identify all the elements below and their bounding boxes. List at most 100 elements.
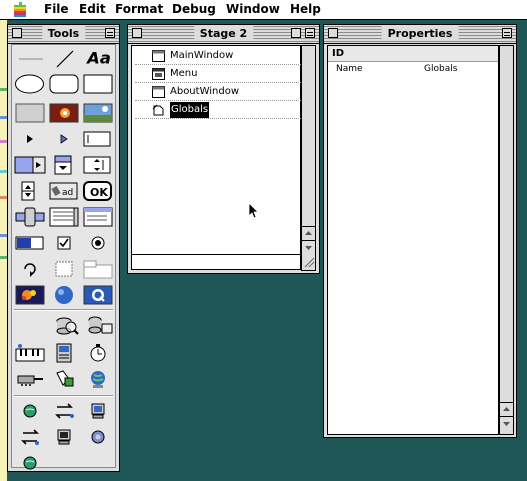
- udp-socket-tool-icon[interactable]: [15, 427, 47, 447]
- oval-tool-icon[interactable]: [14, 74, 45, 94]
- ok-button-tool-icon[interactable]: OK: [83, 181, 115, 201]
- placard-tool-icon[interactable]: [49, 259, 81, 279]
- toolbar-tool-icon[interactable]: [15, 207, 47, 227]
- scroll-up-icon[interactable]: [302, 226, 315, 240]
- timer-tool-icon[interactable]: [83, 343, 115, 363]
- rounded-rect-tool-icon[interactable]: [49, 74, 81, 94]
- menu-icon: [152, 68, 165, 80]
- checkbox-tool-icon[interactable]: [49, 233, 81, 253]
- little-arrows-tool-icon[interactable]: [15, 181, 47, 201]
- collapse-box-icon[interactable]: [305, 28, 315, 38]
- disclosure-triangle-tool-icon[interactable]: [15, 129, 47, 149]
- tab-panel-tool-icon[interactable]: [83, 259, 115, 279]
- menu-edit[interactable]: Edit: [79, 2, 106, 16]
- canvas-tool-icon[interactable]: [15, 103, 47, 123]
- properties-list: ID Name Globals: [327, 45, 499, 435]
- server-socket-tool-icon[interactable]: [49, 427, 81, 447]
- properties-header: ID: [328, 46, 498, 62]
- diagonal-line-tool-icon[interactable]: [49, 49, 81, 69]
- background-app-strip: [0, 20, 7, 481]
- row-separator: [135, 118, 301, 119]
- tools-divider-2: [14, 395, 113, 397]
- disclosure-outline-tool-icon[interactable]: [49, 129, 81, 149]
- async-arrows-tool-icon[interactable]: [15, 259, 47, 279]
- scroll-down-icon[interactable]: [500, 416, 513, 430]
- list-box-tool-icon[interactable]: [49, 207, 81, 227]
- appleevent-tool-icon[interactable]: [83, 427, 115, 447]
- progress-bar-tool-icon[interactable]: [15, 233, 47, 253]
- row-separator: [135, 64, 301, 65]
- row-separator: [135, 100, 301, 101]
- tools-divider: [14, 309, 113, 311]
- collapse-box-icon[interactable]: [105, 28, 115, 38]
- stage-status-bar: [131, 254, 301, 270]
- row-separator: [135, 82, 301, 83]
- resize-grip-icon[interactable]: [303, 256, 315, 268]
- notification-tool-icon[interactable]: [49, 369, 81, 389]
- menu-bar: File Edit Format Debug Window Help: [0, 0, 527, 20]
- tools-window: Tools Aa ad OK: [7, 24, 120, 472]
- database-cursor-tool-icon[interactable]: [83, 315, 115, 335]
- close-box-icon[interactable]: [328, 28, 338, 38]
- property-value: Globals: [424, 64, 458, 74]
- quicktime-movie-tool-icon[interactable]: [15, 285, 47, 305]
- stage-window: Stage 2 MainWindow Menu AboutWindow Glob…: [127, 24, 320, 274]
- data-browser-tool-icon[interactable]: [83, 207, 115, 227]
- window-icon: [152, 50, 165, 62]
- database-query-tool-icon[interactable]: [49, 315, 81, 335]
- edit-field-tool-icon[interactable]: [83, 129, 115, 149]
- globe-sphere-tool-icon[interactable]: [49, 285, 81, 305]
- globals-icon: [152, 104, 164, 116]
- menu-debug[interactable]: Debug: [172, 2, 216, 16]
- properties-titlebar[interactable]: Properties: [324, 25, 516, 44]
- property-row-name[interactable]: Name Globals: [328, 62, 498, 77]
- serial-port-tool-icon[interactable]: [15, 369, 47, 389]
- spotlight-tool-icon[interactable]: [15, 453, 47, 473]
- rect-tool-icon[interactable]: [83, 74, 115, 94]
- bevel-popup-tool-icon[interactable]: [83, 155, 115, 175]
- image-well-tool-icon[interactable]: [49, 103, 81, 123]
- menu-help[interactable]: Help: [290, 2, 321, 16]
- midi-keyboard-tool-icon[interactable]: [15, 343, 47, 363]
- menu-format[interactable]: Format: [115, 2, 163, 16]
- tools-grid: Aa ad OK: [11, 44, 116, 470]
- stage-item-label: AboutWindow: [170, 86, 239, 97]
- popup-button-tool-icon[interactable]: [14, 155, 47, 175]
- line-tool-icon[interactable]: [15, 49, 47, 69]
- quicktime-logo-tool-icon[interactable]: [83, 285, 115, 305]
- scroll-down-icon[interactable]: [302, 240, 315, 254]
- scroll-up-icon[interactable]: [500, 402, 513, 416]
- collapse-box-icon[interactable]: [502, 28, 512, 38]
- stage-item-label: Globals: [170, 102, 210, 118]
- stage-title: Stage 2: [193, 26, 254, 41]
- tcp-socket-tool-icon[interactable]: [49, 401, 81, 421]
- internet-socket-tool-icon[interactable]: [15, 401, 47, 421]
- computer-tool-icon[interactable]: [83, 401, 115, 421]
- menu-window[interactable]: Window: [226, 2, 280, 16]
- picture-tool-icon[interactable]: [83, 103, 115, 123]
- stage-vertical-scrollbar[interactable]: [301, 45, 316, 271]
- properties-vertical-scrollbar[interactable]: [499, 45, 514, 435]
- apple-menu-icon[interactable]: [12, 2, 28, 17]
- tools-titlebar[interactable]: Tools: [8, 25, 119, 44]
- text-tool-icon[interactable]: Aa: [83, 47, 115, 67]
- radio-button-tool-icon[interactable]: [83, 233, 115, 253]
- properties-title: Properties: [381, 26, 459, 41]
- stage-list: MainWindow Menu AboutWindow Globals: [131, 45, 301, 255]
- close-box-icon[interactable]: [132, 28, 142, 38]
- property-name: Name: [336, 64, 363, 74]
- serial-controller-tool-icon[interactable]: [49, 343, 81, 363]
- menu-file[interactable]: File: [44, 2, 69, 16]
- stage-titlebar[interactable]: Stage 2: [128, 25, 319, 44]
- zoom-box-icon[interactable]: [291, 28, 301, 38]
- popup-menu-tool-icon[interactable]: [49, 155, 81, 175]
- mouse-cursor-icon: [249, 203, 259, 219]
- svg-text:ad: ad: [62, 188, 73, 198]
- close-box-icon[interactable]: [12, 28, 22, 38]
- tools-title: Tools: [41, 26, 86, 41]
- stage-item-label: Menu: [170, 68, 198, 79]
- network-globe-tool-icon[interactable]: [83, 369, 115, 389]
- static-text-field-tool-icon[interactable]: ad: [49, 181, 81, 201]
- svg-text:Aa: Aa: [85, 48, 111, 67]
- window-icon: [152, 86, 165, 98]
